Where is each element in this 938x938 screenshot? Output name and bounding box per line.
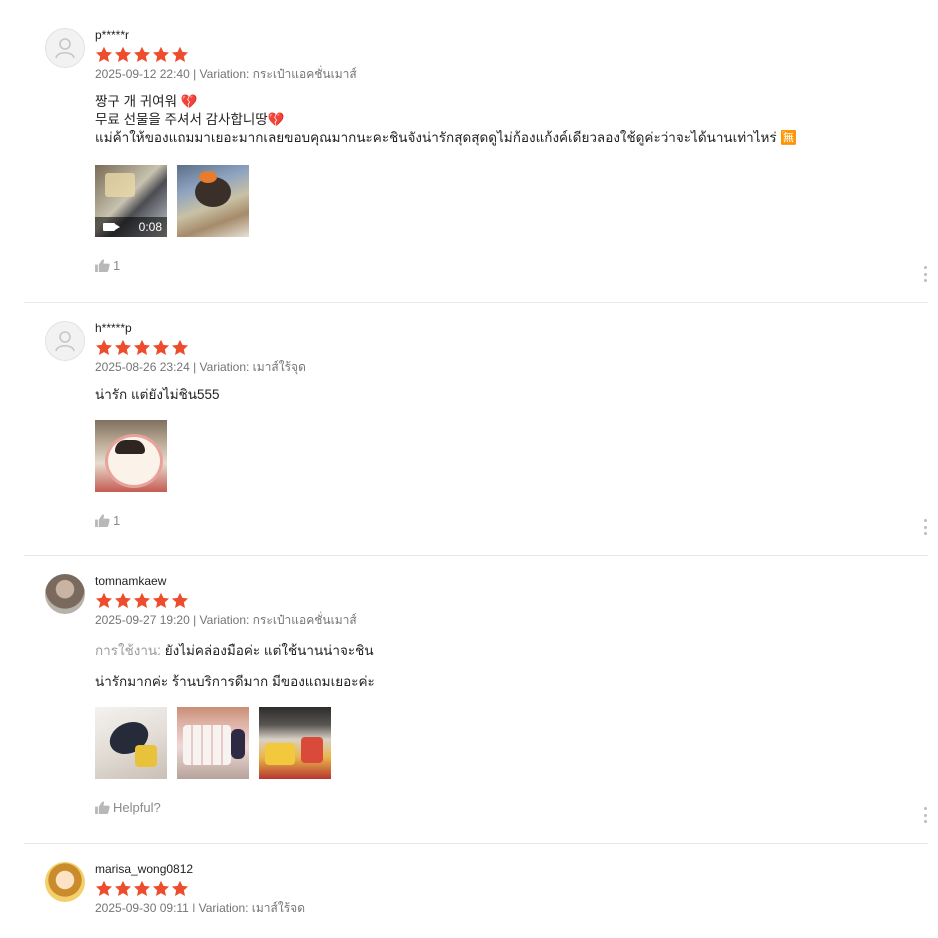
star-icon <box>171 46 189 63</box>
reviewer-username: marisa_wong0812 <box>95 862 194 876</box>
star-icon <box>133 880 151 897</box>
review-meta: 2025-08-26 23:24 | Variation: เมาส์ใร้จุ… <box>95 360 306 374</box>
review-text: น่ารักมากค่ะ ร้านบริการดีมาก มีของแถมเยอ… <box>95 673 928 691</box>
star-icon <box>133 46 151 63</box>
star-icon <box>95 880 113 897</box>
review-text-line: 무료 선물을 주셔서 감사합니땅💔 <box>95 112 285 127</box>
star-icon <box>95 339 113 356</box>
review-video-thumbnail[interactable]: 0:08 <box>95 165 167 237</box>
more-vertical-icon[interactable] <box>924 266 928 282</box>
avatar[interactable] <box>45 862 85 902</box>
star-icon <box>171 592 189 609</box>
review-text-line: น่ารัก แต่ยังไม่ชิน555 <box>95 387 220 402</box>
review-divider <box>24 302 928 303</box>
review-meta: 2025-09-12 22:40 | Variation: กระเป๋าแอค… <box>95 67 357 81</box>
star-icon <box>114 592 132 609</box>
review-photo-thumbnail[interactable] <box>177 165 249 237</box>
review-photo-thumbnail[interactable] <box>177 707 249 779</box>
review-meta: 2025-09-27 19:20 | Variation: กระเป๋าแอค… <box>95 613 357 627</box>
like-count: 1 <box>113 512 121 528</box>
video-bar: 0:08 <box>95 217 167 237</box>
like-button[interactable]: 1 <box>95 512 928 528</box>
star-icon <box>171 880 189 897</box>
review-content: h*****p 2025-08-26 23:24 | Variation: เม… <box>95 321 928 528</box>
avatar[interactable] <box>45 321 85 361</box>
user-avatar-icon <box>46 322 84 360</box>
review-content: tomnamkaew 2025-09-27 19:20 | Variation:… <box>95 574 928 815</box>
attribute-label: การใช้งาน: <box>95 643 161 658</box>
star-icon <box>95 46 113 63</box>
review-media <box>95 707 928 779</box>
review-content: marisa_wong0812 2025-09-30 09:11 | Varia… <box>95 862 928 912</box>
review-text: น่ารัก แต่ยังไม่ชิน555 <box>95 386 928 404</box>
star-icon <box>171 339 189 356</box>
review-photo-thumbnail[interactable] <box>95 420 167 492</box>
review-item: marisa_wong0812 2025-09-30 09:11 | Varia… <box>24 862 928 912</box>
star-icon <box>152 880 170 897</box>
like-button[interactable]: 1 <box>95 257 928 273</box>
thumbs-up-icon <box>95 513 110 527</box>
like-count: 1 <box>113 257 121 273</box>
review-text-line: แม่ค้าให้ของแถมมาเยอะมากเลยขอบคุณมากนะคะ… <box>95 130 798 145</box>
review-divider <box>24 843 928 844</box>
review-text: 짱구 개 귀여워 💔 무료 선물을 주셔서 감사합니땅💔 แม่ค้าให้ขอ… <box>95 93 928 147</box>
star-icon <box>152 339 170 356</box>
rating-stars <box>95 592 928 609</box>
video-duration: 0:08 <box>138 220 162 234</box>
thumbs-up-icon <box>95 258 110 272</box>
attribute-value: ยังไม่คล่องมือค่ะ แต่ใช้นานน่าจะชิน <box>164 643 374 658</box>
user-avatar-icon <box>46 29 84 67</box>
avatar[interactable] <box>45 574 85 614</box>
rating-stars <box>95 880 928 897</box>
rating-stars <box>95 46 928 63</box>
rating-stars <box>95 339 928 356</box>
review-text-line: 짱구 개 귀여워 💔 <box>95 94 198 109</box>
reviewer-username: tomnamkaew <box>95 574 167 588</box>
star-icon <box>114 880 132 897</box>
star-icon <box>114 339 132 356</box>
helpful-label: Helpful? <box>113 799 161 815</box>
review-media: 0:08 <box>95 165 928 237</box>
reviewer-username: h*****p <box>95 321 132 335</box>
avatar[interactable] <box>45 28 85 68</box>
review-divider <box>24 555 928 556</box>
review-media <box>95 420 928 492</box>
review-meta: 2025-09-30 09:11 | Variation: เมาส์ใร้จุ… <box>95 901 305 912</box>
review-photo-thumbnail[interactable] <box>259 707 331 779</box>
star-icon <box>152 592 170 609</box>
star-icon <box>152 46 170 63</box>
more-vertical-icon[interactable] <box>924 519 928 535</box>
star-icon <box>114 46 132 63</box>
star-icon <box>95 592 113 609</box>
star-icon <box>133 592 151 609</box>
more-vertical-icon[interactable] <box>924 807 928 823</box>
review-text-line: น่ารักมากค่ะ ร้านบริการดีมาก มีของแถมเยอ… <box>95 674 375 689</box>
review-photo-thumbnail[interactable] <box>95 707 167 779</box>
review-content: p*****r 2025-09-12 22:40 | Variation: กร… <box>95 28 928 273</box>
video-camera-icon <box>103 223 120 231</box>
star-icon <box>133 339 151 356</box>
review-attribute: การใช้งาน: ยังไม่คล่องมือค่ะ แต่ใช้นานน่… <box>95 643 928 659</box>
helpful-button[interactable]: Helpful? <box>95 799 928 815</box>
thumbs-up-icon <box>95 800 110 814</box>
reviewer-username: p*****r <box>95 28 130 42</box>
